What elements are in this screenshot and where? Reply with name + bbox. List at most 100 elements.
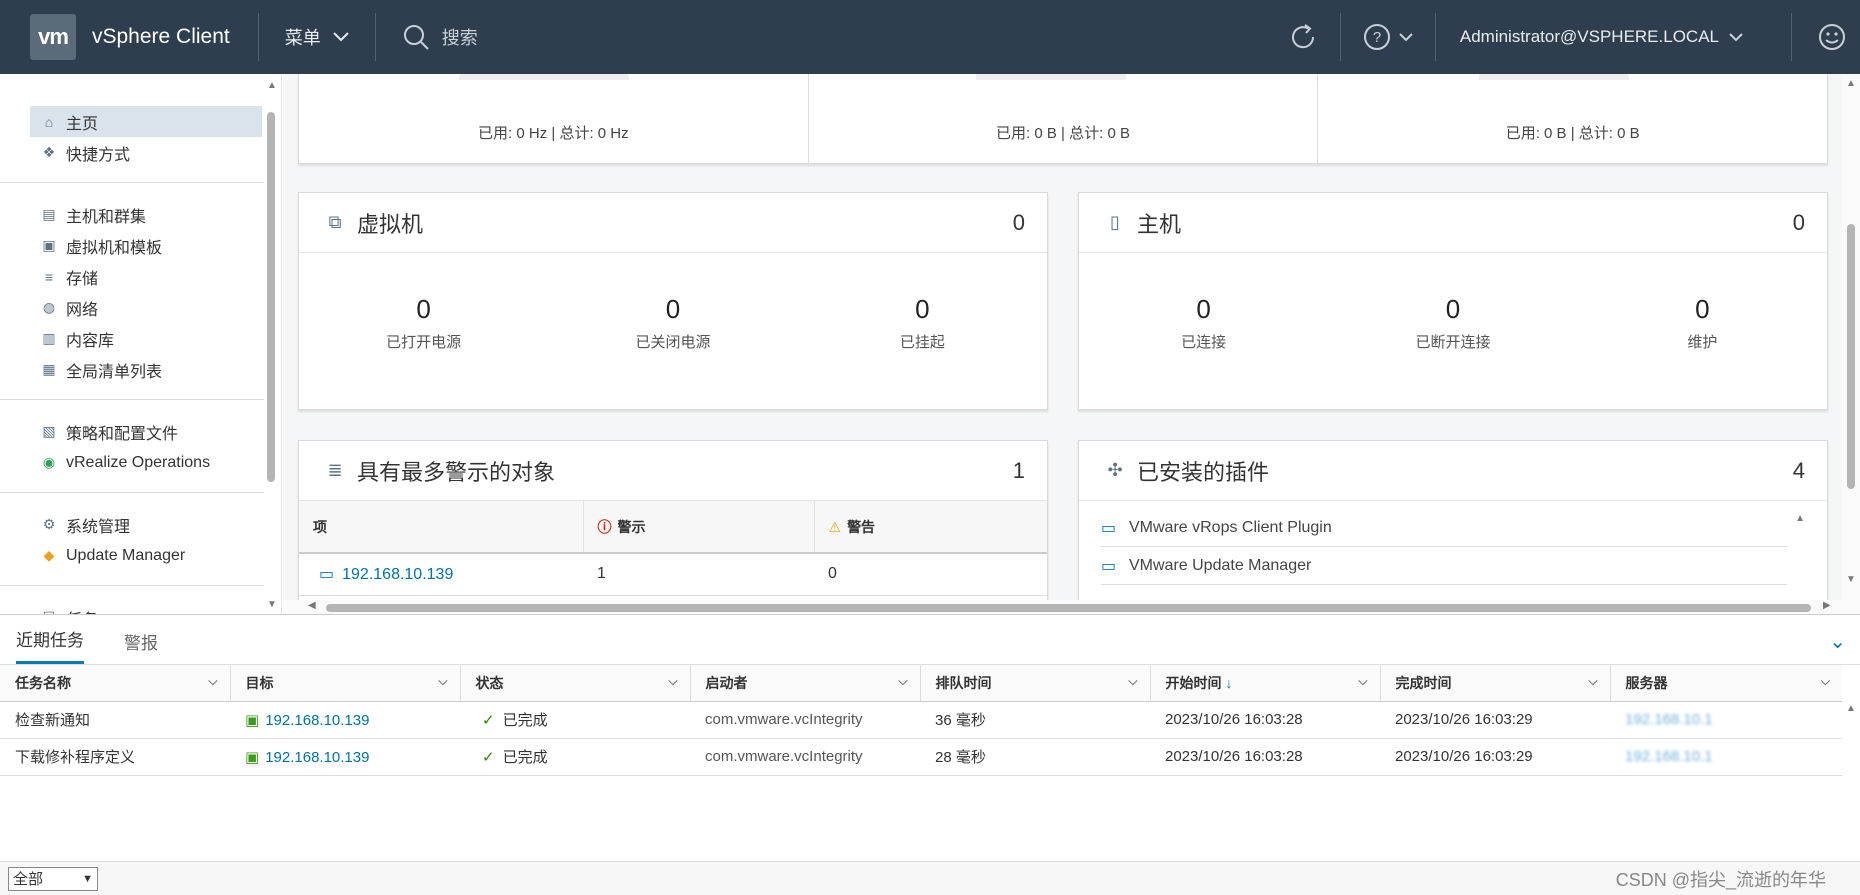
list-item[interactable]: ▭ VMware vRops Client Plugin	[1101, 509, 1787, 547]
vrealize-icon: ◉	[42, 454, 56, 470]
host-stats: 0 已连接 0 已断开连接 0 维护	[1079, 253, 1827, 393]
task-target-link[interactable]: 192.168.10.139	[265, 712, 369, 729]
sidebar-item-vms-templates[interactable]: ▣ 虚拟机和模板	[0, 230, 264, 261]
sidebar-item-tasks[interactable]: ☑任务	[0, 602, 264, 614]
vm-stat-suspended[interactable]: 0 已挂起	[798, 294, 1047, 352]
chevron-down-icon[interactable]: ⌵	[898, 674, 907, 689]
tab-alarms[interactable]: 警报	[124, 629, 158, 664]
column-target[interactable]: 目标 ⌵	[230, 665, 461, 702]
sidebar-item-label: 存储	[66, 270, 99, 288]
chevron-down-icon[interactable]: ⌵	[438, 674, 447, 689]
vm-templates-icon: ▣	[42, 237, 56, 253]
plugins-card-count: 4	[1792, 457, 1805, 483]
scroll-left-icon[interactable]: ◀	[308, 600, 316, 611]
scroll-up-icon[interactable]: ▲	[1846, 703, 1856, 714]
sidebar-item-network[interactable]: ◍ 网络	[0, 292, 264, 323]
host-card: ▯ 主机 0 0 已连接 0 已断开连接 0 维护	[1078, 192, 1828, 410]
column-queued[interactable]: 排队时间 ⌵	[920, 665, 1151, 702]
cpu-summary: 已用: 0 Hz | 总计: 0 Hz	[299, 74, 809, 163]
task-server-link[interactable]: 192.168.10.1	[1625, 748, 1713, 765]
task-server-link[interactable]: 192.168.10.1	[1625, 711, 1713, 728]
sidebar-scroll-thumb[interactable]	[267, 112, 275, 482]
feedback-button[interactable]	[1792, 0, 1860, 74]
sidebar-item-label: 全局清单列表	[66, 363, 163, 381]
host-stat-connected[interactable]: 0 已连接	[1079, 294, 1328, 352]
sidebar-item-global-inventory[interactable]: ▦ 全局清单列表	[0, 354, 264, 385]
search-box[interactable]: 搜索	[376, 23, 1236, 51]
sidebar-item-policies[interactable]: ▧ 策略和配置文件	[0, 416, 264, 447]
task-target-link[interactable]: 192.168.10.139	[265, 749, 369, 766]
app-title[interactable]: vSphere Client	[92, 25, 230, 49]
table-row[interactable]: 检查新通知 ▣ 192.168.10.139 ✓ 已完成 com.vmware.vc…	[0, 701, 1842, 739]
host-stat-maintenance[interactable]: 0 维护	[1578, 294, 1827, 352]
sidebar-item-storage[interactable]: ≡ 存储	[0, 261, 264, 292]
column-server[interactable]: 服务器 ⌵	[1610, 665, 1842, 702]
chevron-down-icon[interactable]: ⌵	[1821, 674, 1830, 689]
chevron-down-icon[interactable]: ⌵	[1358, 674, 1367, 689]
vertical-scroll-thumb[interactable]	[1847, 224, 1855, 489]
scroll-up-icon[interactable]: ▲	[267, 80, 277, 91]
horizontal-scroll-thumb[interactable]	[326, 604, 1811, 612]
column-task-name[interactable]: 任务名称 ⌵	[0, 665, 231, 702]
sidebar-item-home[interactable]: ⌂ 主页	[30, 106, 262, 137]
sidebar-item-vrealize[interactable]: ◉ vRealize Operations	[0, 447, 264, 478]
alert-count-cell: 1	[583, 553, 814, 596]
sidebar-item-label: 网络	[66, 301, 99, 319]
tab-recent-tasks[interactable]: 近期任务	[16, 626, 84, 664]
chevron-down-icon[interactable]: ⌵	[208, 674, 217, 689]
column-label: 完成时间	[1395, 674, 1452, 691]
stat-label: 维护	[1687, 334, 1718, 351]
column-end-time[interactable]: 完成时间 ⌵	[1380, 665, 1611, 702]
list-item[interactable]: ▭ VMware Update Manager	[1101, 547, 1787, 585]
column-warning[interactable]: ⚠ 警告	[814, 501, 1047, 554]
chevron-down-icon[interactable]: ⌵	[1588, 674, 1597, 689]
user-menu-button[interactable]: Administrator@VSPHERE.LOCAL	[1436, 27, 1767, 47]
host-stat-disconnected[interactable]: 0 已断开连接	[1328, 294, 1577, 352]
search-input[interactable]: 搜索	[442, 24, 478, 50]
column-initiator[interactable]: 启动者 ⌵	[690, 665, 921, 702]
alert-item-link[interactable]: 192.168.10.139	[342, 566, 453, 583]
table-row[interactable]: 下载修补程序定义 ▣ 192.168.10.139 ✓ 已完成 com.vmware…	[0, 738, 1842, 776]
sidebar-item-administration[interactable]: ⚙ 系统管理	[0, 509, 264, 540]
scroll-right-icon[interactable]: ▶	[1823, 600, 1831, 611]
main-horizontal-scrollbar[interactable]: ◀ ▶	[283, 600, 1860, 614]
task-target-cell: ▣ 192.168.10.139	[230, 701, 460, 739]
task-filter-select[interactable]: 全部 ▼	[8, 866, 98, 891]
sidebar-scrollbar[interactable]: ▲ ▼	[265, 80, 277, 610]
scroll-down-icon[interactable]: ▼	[267, 599, 277, 610]
column-alert[interactable]: ⓘ 警示	[583, 501, 815, 554]
alerts-card-header: ≣ 具有最多警示的对象 1	[299, 441, 1047, 501]
vm-stat-powered-on[interactable]: 0 已打开电源	[299, 294, 548, 352]
vm-stat-powered-off[interactable]: 0 已关闭电源	[548, 294, 797, 352]
chevron-down-icon[interactable]: ⌵	[668, 674, 677, 689]
vmware-logo[interactable]: vm	[30, 14, 76, 60]
column-status[interactable]: 状态 ⌵	[460, 665, 691, 702]
main-content: 已用: 0 Hz | 总计: 0 Hz 已用: 0 B | 总计: 0 B 已用…	[283, 74, 1860, 614]
refresh-button[interactable]	[1266, 0, 1340, 74]
scroll-up-icon[interactable]: ▲	[1846, 78, 1856, 89]
sidebar-item-shortcuts[interactable]: ❖ 快捷方式	[0, 137, 264, 168]
alerts-card-count: 1	[1012, 457, 1025, 483]
sidebar-item-update-manager[interactable]: ◆ Update Manager	[0, 540, 264, 571]
warning-icon: ⚠	[828, 518, 842, 535]
sidebar-item-content-library[interactable]: ▥ 内容库	[0, 323, 264, 354]
column-item[interactable]: 项	[299, 501, 584, 554]
sidebar-item-hosts-clusters[interactable]: ▤ 主机和群集	[0, 199, 264, 230]
tasks-scrollbar[interactable]: ▲ ▼	[1844, 703, 1856, 877]
vm-card-header: ⧉ 虚拟机 0	[299, 193, 1047, 253]
alert-item-cell[interactable]: ▭ 192.168.10.139	[299, 553, 583, 596]
alerts-table-header: 项 ⓘ 警示 ⚠ 警告	[299, 501, 1047, 554]
vm-card-count: 0	[1012, 209, 1025, 235]
home-icon: ⌂	[44, 113, 54, 130]
main-vertical-scrollbar[interactable]: ▲ ▼	[1842, 74, 1860, 614]
scroll-down-icon[interactable]: ▼	[1846, 574, 1856, 585]
chevron-down-icon[interactable]: ⌵	[1128, 674, 1137, 689]
help-menu-button[interactable]: ?	[1341, 0, 1435, 74]
collapse-panel-icon[interactable]: ⌄	[1829, 629, 1846, 654]
scroll-up-icon[interactable]: ▲	[1795, 513, 1805, 524]
sidebar-item-label: 系统管理	[66, 518, 131, 536]
storage-icon: ≡	[44, 268, 54, 285]
menu-button[interactable]: 菜单	[259, 24, 375, 50]
column-start-time[interactable]: 开始时间 ↓ ⌵	[1150, 665, 1381, 702]
plugin-name: VMware Update Manager	[1129, 556, 1312, 574]
